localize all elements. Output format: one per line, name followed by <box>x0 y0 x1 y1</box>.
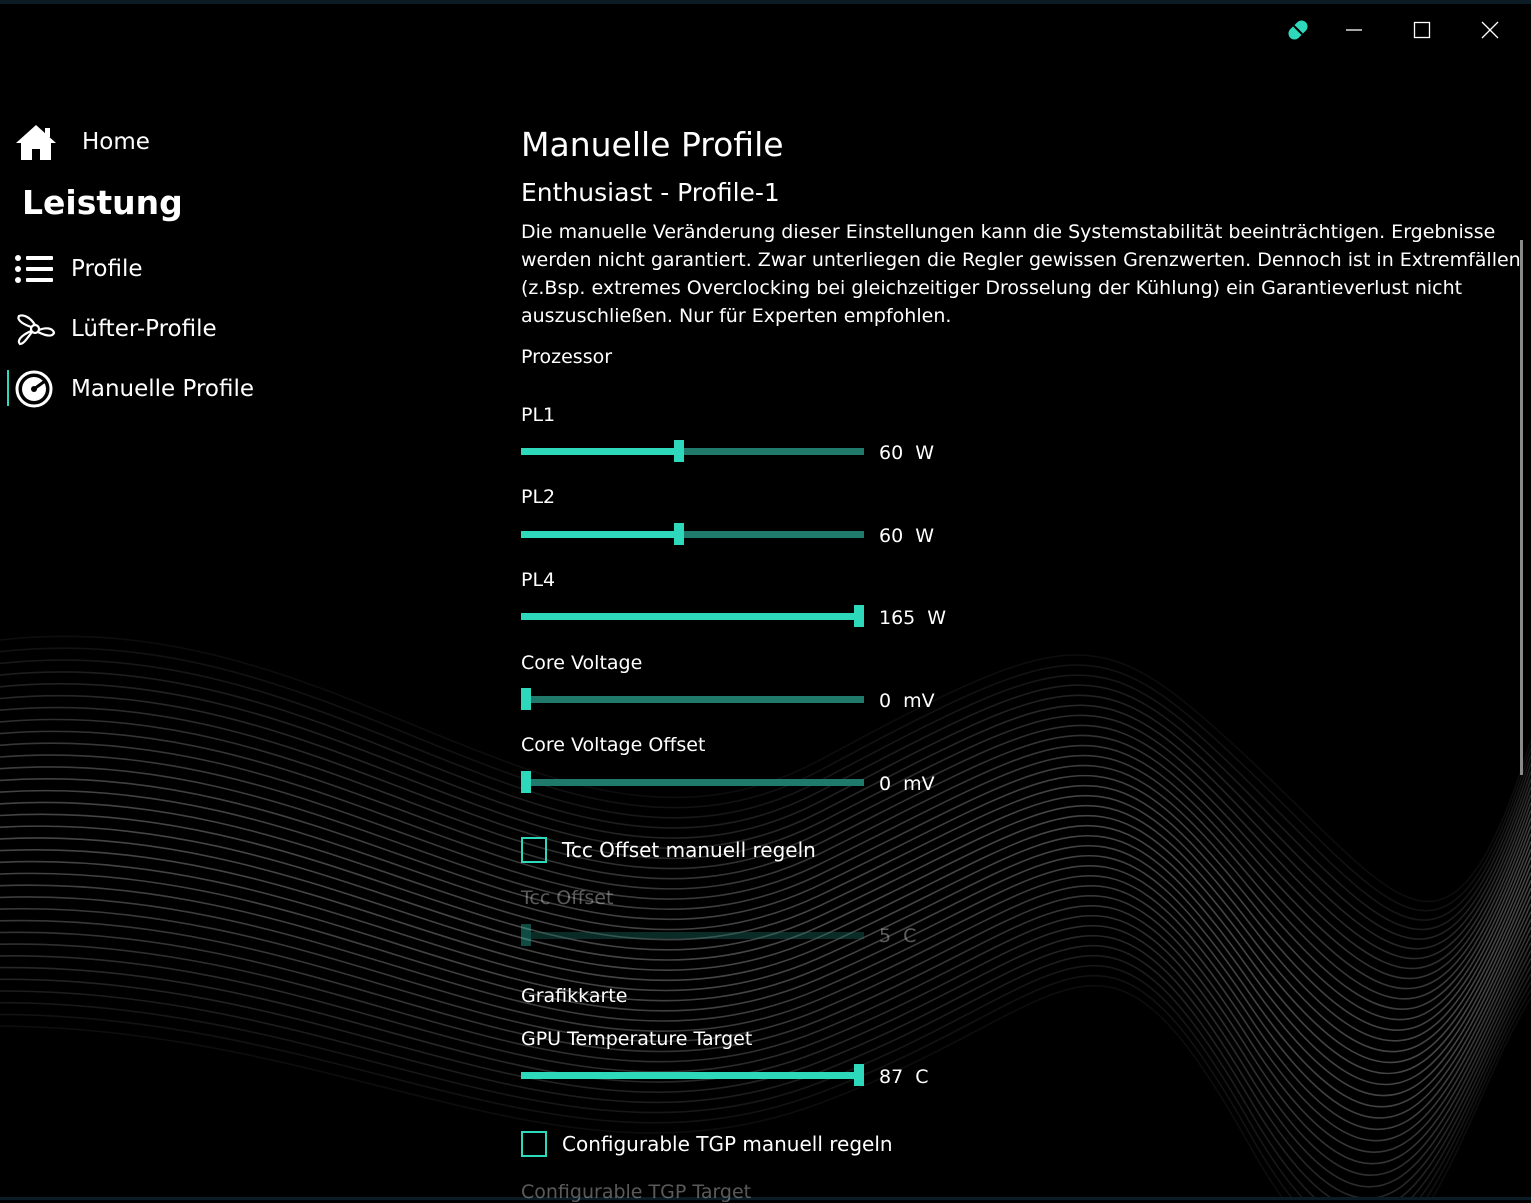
nav-item-profile[interactable]: Profile <box>14 248 143 290</box>
core-voltage-offset-value: 0 mV <box>879 773 935 795</box>
pl4-label: PL4 <box>521 569 556 591</box>
gpu-temp-target-value-number: 87 <box>879 1066 904 1088</box>
slider-fill <box>521 448 680 455</box>
scrollbar-thumb[interactable] <box>1520 240 1523 775</box>
gpu-temp-target-slider[interactable] <box>521 1064 864 1086</box>
tgp-checkbox-label: Configurable TGP manuell regeln <box>562 1132 893 1156</box>
pl1-value-number: 60 <box>879 442 904 464</box>
slider-track <box>521 696 864 703</box>
nav-item-manual-profiles-label: Manuelle Profile <box>71 376 255 402</box>
tcc-offset-value: 5C <box>879 925 916 947</box>
minimize-button[interactable] <box>1330 10 1378 50</box>
pl1-slider[interactable] <box>521 440 864 462</box>
tcc-offset-label: Tcc Offset <box>521 887 614 909</box>
core-voltage-offset-unit: mV <box>903 773 935 795</box>
pl2-unit: W <box>915 525 934 547</box>
pl2-label: PL2 <box>521 486 556 508</box>
nav-item-profile-label: Profile <box>71 256 143 282</box>
slider-thumb[interactable] <box>521 771 531 793</box>
pl4-value: 165 W <box>879 607 946 629</box>
minimize-icon <box>1346 29 1362 31</box>
pill-icon[interactable] <box>1274 10 1322 50</box>
core-voltage-offset-label: Core Voltage Offset <box>521 734 706 756</box>
core-voltage-offset-value-number: 0 <box>879 773 892 795</box>
core-voltage-slider[interactable] <box>521 688 864 710</box>
nav-home-label: Home <box>82 129 150 155</box>
maximize-icon <box>1413 21 1431 39</box>
fan-icon <box>17 314 56 346</box>
nav-item-fan-profiles-label: Lüfter-Profile <box>71 316 217 342</box>
slider-fill <box>521 531 680 538</box>
graphics-group-label: Grafikkarte <box>521 985 628 1007</box>
pl4-slider[interactable] <box>521 605 864 627</box>
close-icon <box>1481 21 1499 39</box>
maximize-button[interactable] <box>1398 10 1446 50</box>
slider-thumb[interactable] <box>674 523 685 545</box>
tcc-offset-value-number: 5 <box>879 925 892 947</box>
pl4-unit: W <box>927 607 947 629</box>
slider-thumb[interactable] <box>674 440 685 462</box>
pl2-slider[interactable] <box>521 523 864 545</box>
core-voltage-value-number: 0 <box>879 690 892 712</box>
slider-thumb <box>521 924 531 946</box>
tcc-offset-unit: C <box>903 925 917 947</box>
nav-home[interactable]: Home <box>14 120 150 164</box>
list-icon <box>15 255 53 283</box>
slider-track <box>521 779 864 786</box>
tcc-checkbox-label: Tcc Offset manuell regeln <box>562 838 816 862</box>
gpu-temp-target-value: 87 C <box>879 1066 928 1088</box>
tcc-offset-slider <box>521 924 864 946</box>
core-voltage-unit: mV <box>903 690 935 712</box>
slider-fill <box>521 1072 859 1079</box>
gpu-temp-target-unit: C <box>915 1066 929 1088</box>
gauge-icon <box>15 370 53 408</box>
warning-text: Die manuelle Veränderung dieser Einstell… <box>521 221 1521 327</box>
slider-track <box>521 932 864 939</box>
gpu-temp-target-label: GPU Temperature Target <box>521 1028 753 1050</box>
tgp-checkbox-box[interactable] <box>521 1131 547 1157</box>
pl2-value: 60 W <box>879 525 934 547</box>
home-icon <box>16 125 56 160</box>
slider-thumb[interactable] <box>521 688 531 710</box>
pl4-value-number: 165 <box>879 607 916 629</box>
pl1-label: PL1 <box>521 404 556 426</box>
nav-item-manual-profiles[interactable]: Manuelle Profile <box>14 368 254 410</box>
processor-group-label: Prozessor <box>521 346 613 368</box>
core-voltage-offset-slider[interactable] <box>521 771 864 793</box>
pl1-value: 60 W <box>879 442 934 464</box>
core-voltage-value: 0 mV <box>879 690 935 712</box>
slider-fill <box>521 613 859 620</box>
slider-thumb[interactable] <box>854 1064 864 1086</box>
page-title: Manuelle Profile <box>521 125 784 164</box>
active-indicator <box>7 370 9 406</box>
tcc-manual-checkbox[interactable]: Tcc Offset manuell regeln <box>521 837 816 863</box>
slider-thumb[interactable] <box>854 605 864 627</box>
pl1-unit: W <box>915 442 934 464</box>
nav-item-fan-profiles[interactable]: Lüfter-Profile <box>14 308 217 350</box>
core-voltage-label: Core Voltage <box>521 652 643 674</box>
close-button[interactable] <box>1466 10 1514 50</box>
tcc-checkbox-box[interactable] <box>521 837 547 863</box>
profile-subtitle: Enthusiast - Profile-1 <box>521 178 780 207</box>
tgp-manual-checkbox[interactable]: Configurable TGP manuell regeln <box>521 1131 893 1157</box>
pl2-value-number: 60 <box>879 525 904 547</box>
section-heading: Leistung <box>22 183 183 222</box>
